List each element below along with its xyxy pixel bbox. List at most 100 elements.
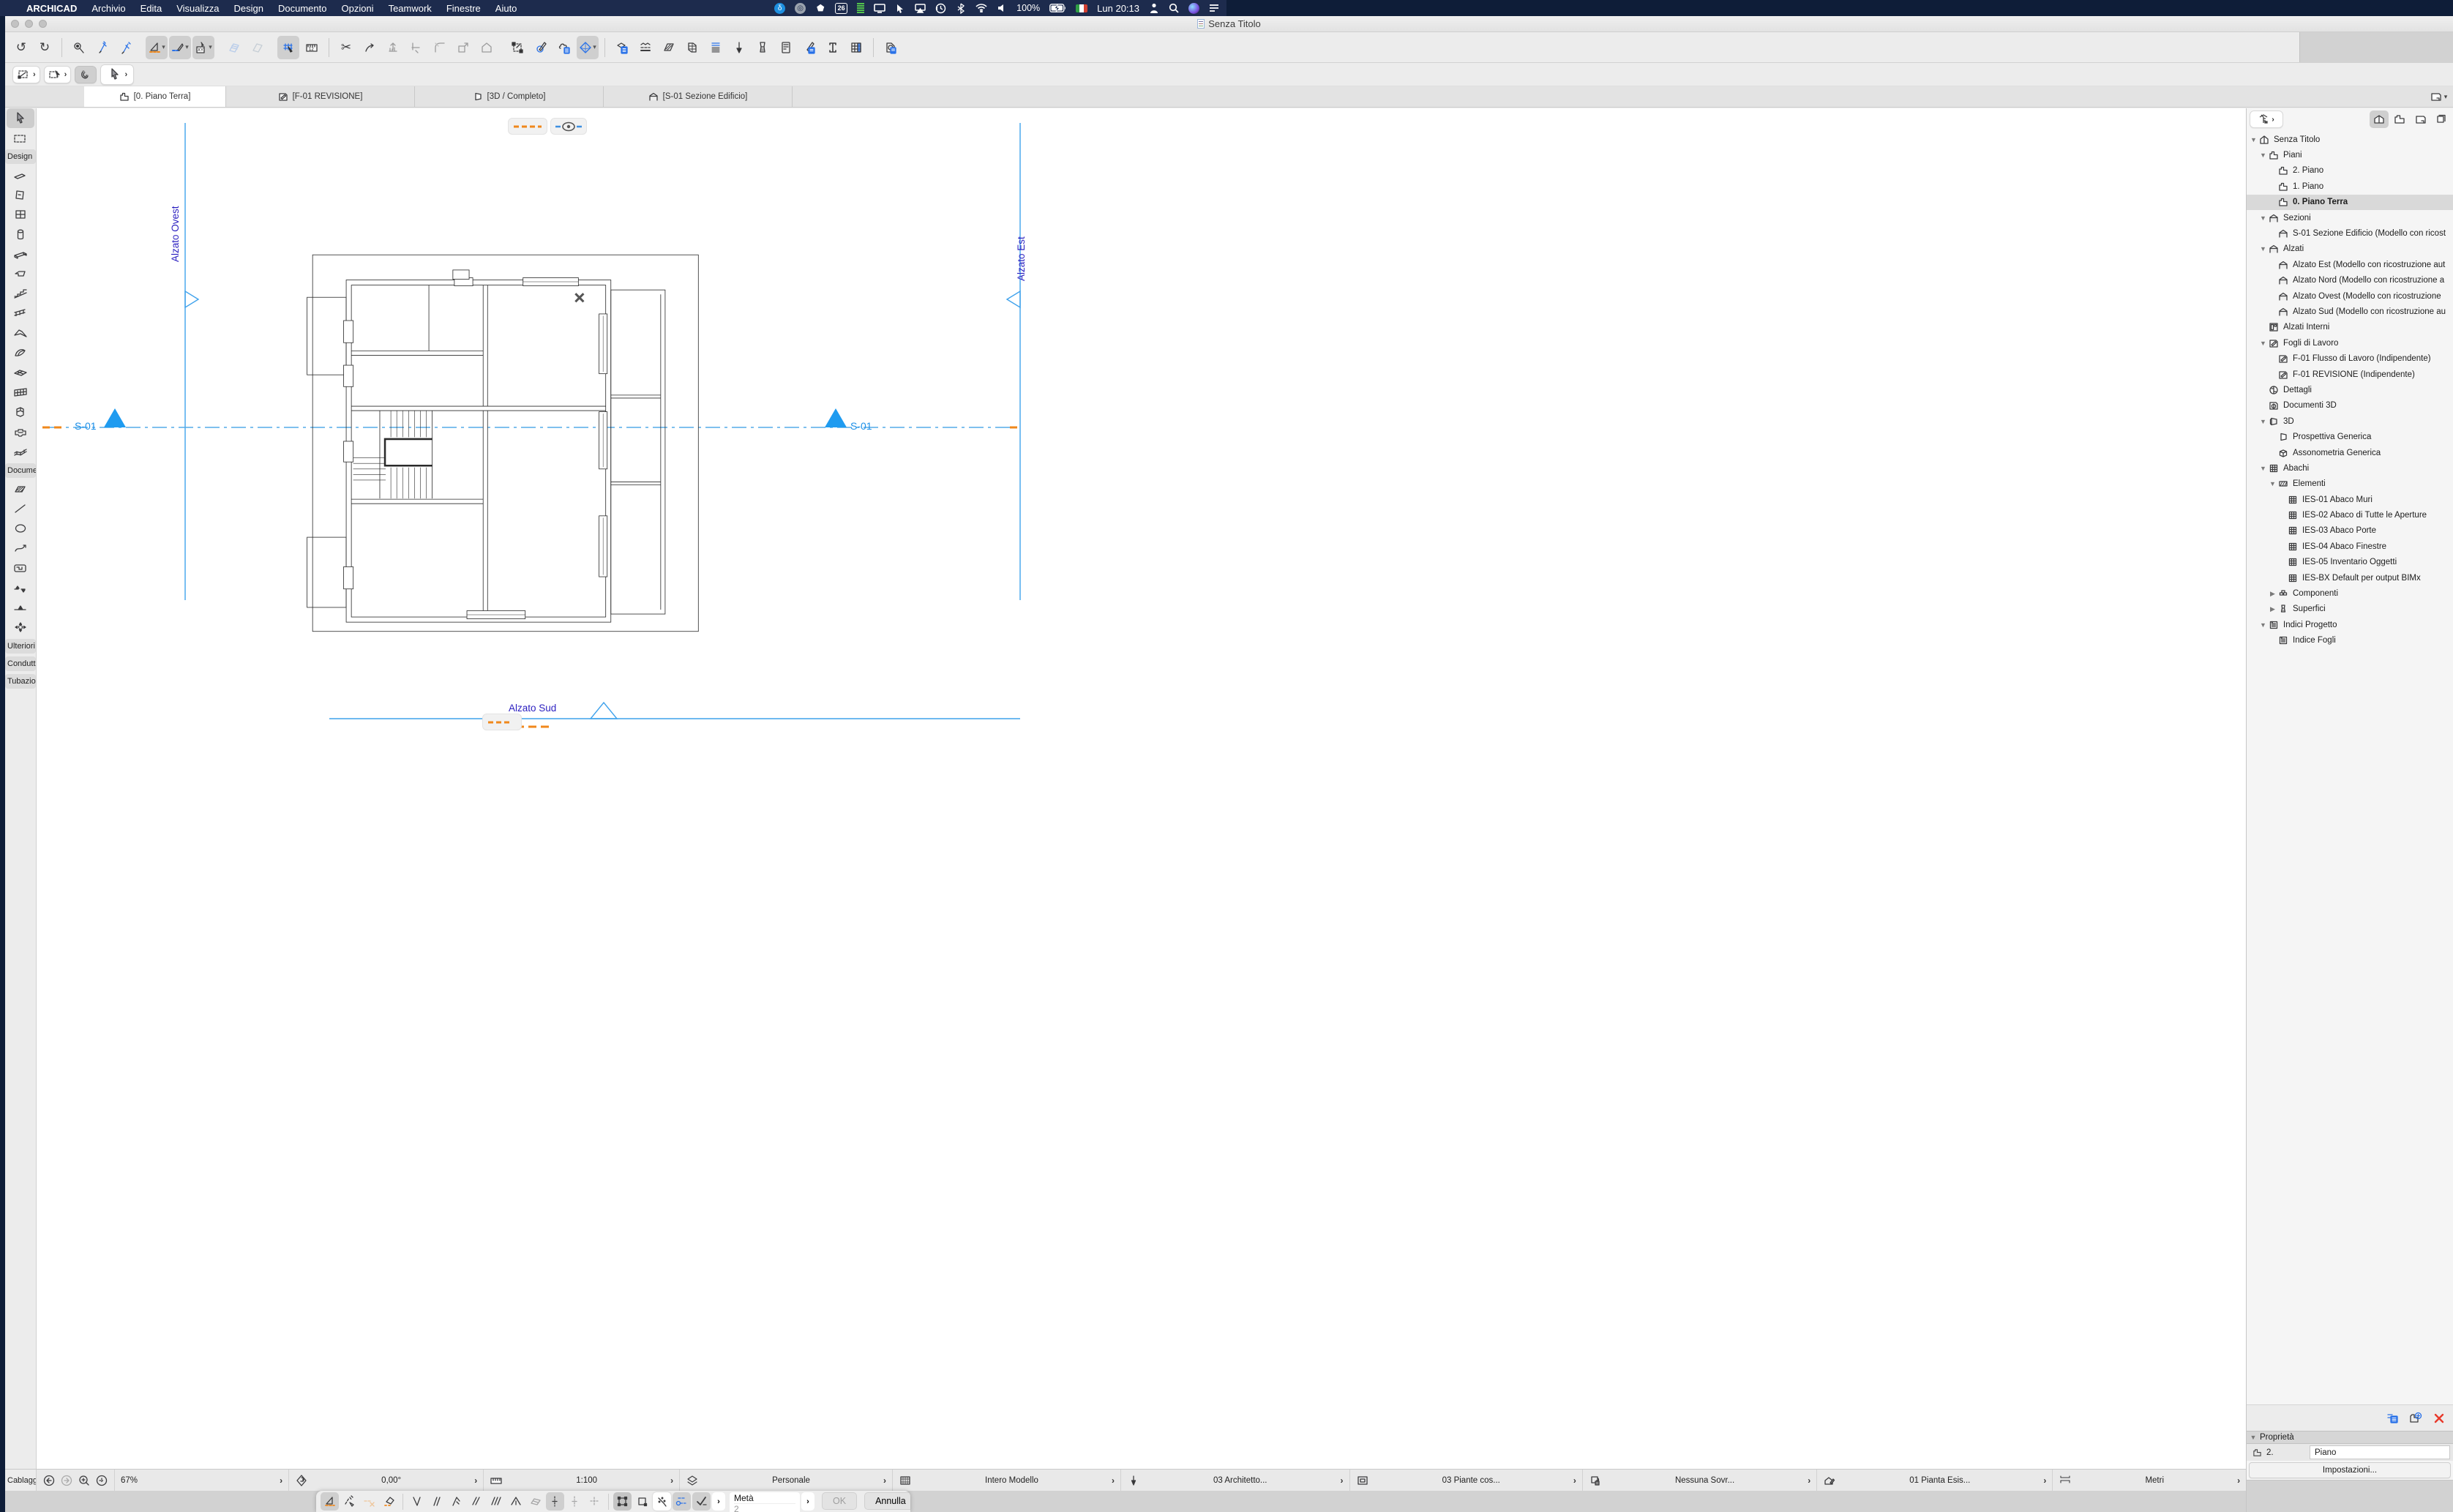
pal-snap-angle[interactable] [408,1492,426,1511]
spotlight-icon[interactable] [1169,2,1179,14]
floor-plan-drawing[interactable] [298,242,715,648]
wifi-icon[interactable] [975,2,987,14]
tree-item[interactable]: ▶Superfici [2247,602,2453,617]
guide-segment-button[interactable] [509,119,547,134]
toolbox-section-docume[interactable]: Docume [5,463,36,478]
chevron-right-icon[interactable]: › [1808,1475,1810,1486]
navigator-mode-view-map[interactable] [2390,111,2409,128]
rotated-grid-alt-icon[interactable] [247,36,269,59]
base-line-icon[interactable] [476,36,498,59]
tree-arrow-icon[interactable]: ▼ [2269,480,2277,487]
status-intero-modello[interactable]: Intero Modello› [893,1470,1120,1491]
tree-arrow-icon[interactable]: ▼ [2259,465,2267,472]
new-folder-icon[interactable] [2409,1412,2422,1425]
undo-icon[interactable]: ↺ [10,36,32,59]
pal-more-chevron[interactable]: › [712,1492,725,1511]
favorites-icon[interactable] [553,36,575,59]
pal-snap-perpendicular[interactable] [447,1492,465,1511]
tree-arrow-icon[interactable]: ▼ [2259,340,2267,347]
pointer-icon[interactable] [895,2,905,14]
tree-item[interactable]: Alzato Nord (Modello con ricostruzione a [2247,273,2453,288]
tool-elevation-marker[interactable] [5,598,36,618]
tree-item[interactable]: ▼Fogli di Lavoro [2247,335,2453,351]
pal-element-snap-alt[interactable] [633,1492,651,1511]
tool-object[interactable] [5,403,36,422]
composites-icon[interactable] [681,36,703,59]
menu-opzioni[interactable]: Opzioni [334,3,381,14]
schedules-icon[interactable] [845,36,867,59]
tree-item[interactable]: ▶Componenti [2247,585,2453,601]
status-67-[interactable]: 67%› [115,1470,288,1491]
tool-marquee[interactable] [5,128,36,148]
find-select-icon[interactable] [68,36,90,59]
status-03-architetto-[interactable]: 03 Architetto...› [1121,1470,1349,1491]
navigator-mode-layout-book[interactable] [2411,111,2430,128]
pal-snap-bisector[interactable] [506,1492,525,1511]
tool-skylight[interactable] [5,363,36,383]
layers-attr-icon[interactable] [611,36,633,59]
story-name-input[interactable]: Piano [2310,1445,2450,1459]
tree-item[interactable]: Prospettiva Generica [2247,429,2453,444]
status-01-pianta-esis-[interactable]: 01 Pianta Esis...› [1817,1470,2052,1491]
chevron-right-icon[interactable]: › [670,1475,673,1486]
tree-arrow-icon[interactable]: ▼ [2259,621,2267,629]
text-styles-icon[interactable] [822,36,844,59]
menu-archivio[interactable]: Archivio [84,3,132,14]
pickup-parameters-icon[interactable] [91,36,113,59]
snap-grid-icon[interactable] [277,36,299,59]
pal-element-snap[interactable] [613,1492,632,1511]
inject-parameters-icon[interactable] [115,36,137,59]
tool-roof[interactable] [5,323,36,343]
tree-arrow-icon[interactable]: ▶ [2269,590,2277,598]
tool-mesh[interactable] [5,442,36,462]
tree-item[interactable]: ▼Elementi [2247,476,2453,492]
forward-icon[interactable] [60,1474,73,1487]
fit-view-icon[interactable] [95,1474,108,1487]
elevation-label-east[interactable]: Alzato Est [1016,236,1027,281]
tool-figure[interactable] [5,558,36,578]
tree-item[interactable]: IES-BX Default per output BIMx [2247,570,2453,585]
triangle-down-icon[interactable]: ▼ [2247,1434,2260,1441]
favorites-list-icon[interactable] [775,36,797,59]
menu-edita[interactable]: Edita [133,3,170,14]
tool-fill[interactable] [5,479,36,499]
tool-window[interactable] [5,205,36,225]
bluetooth-icon[interactable] [956,2,966,14]
zoom-in-icon[interactable] [78,1474,91,1487]
project-chooser-button[interactable]: › [2250,111,2283,128]
tree-item[interactable]: Alzato Est (Modello con ricostruzione au… [2247,257,2453,272]
fill-types-icon[interactable] [658,36,680,59]
tree-item[interactable]: IES-01 Abaco Muri [2247,492,2453,507]
bettertouch-icon[interactable]: δ [774,3,785,14]
menu-teamwork[interactable]: Teamwork [381,3,439,14]
tree-item[interactable]: 0. Piano Terra [2247,195,2453,210]
coordinates-icon[interactable]: XY:▾ [192,36,214,59]
ok-button[interactable]: OK [822,1492,857,1510]
arrow-tool-icon[interactable]: › [100,64,134,85]
tool-section-marker[interactable] [5,578,36,598]
status-metri[interactable]: Metri› [2053,1470,2246,1491]
toolbox-group-cablaggi[interactable]: Cablagg [5,1470,37,1491]
pal-guide-erase[interactable] [360,1492,378,1511]
status-personale[interactable]: Personale› [680,1470,892,1491]
menu-clock[interactable]: Lun 20:13 [1097,2,1139,14]
tool-stair[interactable] [5,284,36,304]
status-0-00-[interactable]: 0,00°› [289,1470,483,1491]
tree-item[interactable]: IES-05 Inventario Oggetti [2247,555,2453,570]
tree-arrow-icon[interactable]: ▼ [2259,214,2267,222]
tree-item[interactable]: 2. Piano [2247,163,2453,179]
chevron-right-icon[interactable]: › [2237,1475,2240,1486]
guide-visibility-button[interactable] [551,119,586,134]
align-icon[interactable] [382,36,404,59]
tool-selection-arrow[interactable] [7,108,34,128]
tree-item[interactable]: IES-02 Abaco di Tutte le Aperture [2247,507,2453,523]
notification-center-icon[interactable] [1209,2,1219,14]
pal-snap-align-face[interactable] [526,1492,544,1511]
menu-aiuto[interactable]: Aiuto [488,3,525,14]
time-machine-icon[interactable] [935,2,946,14]
graphic-overrides-icon[interactable] [798,36,820,59]
tree-item[interactable]: ▼Abachi [2247,460,2453,476]
siri-icon[interactable] [1188,3,1199,14]
pal-magic-wand[interactable] [653,1492,671,1511]
tool-zone[interactable] [5,422,36,442]
